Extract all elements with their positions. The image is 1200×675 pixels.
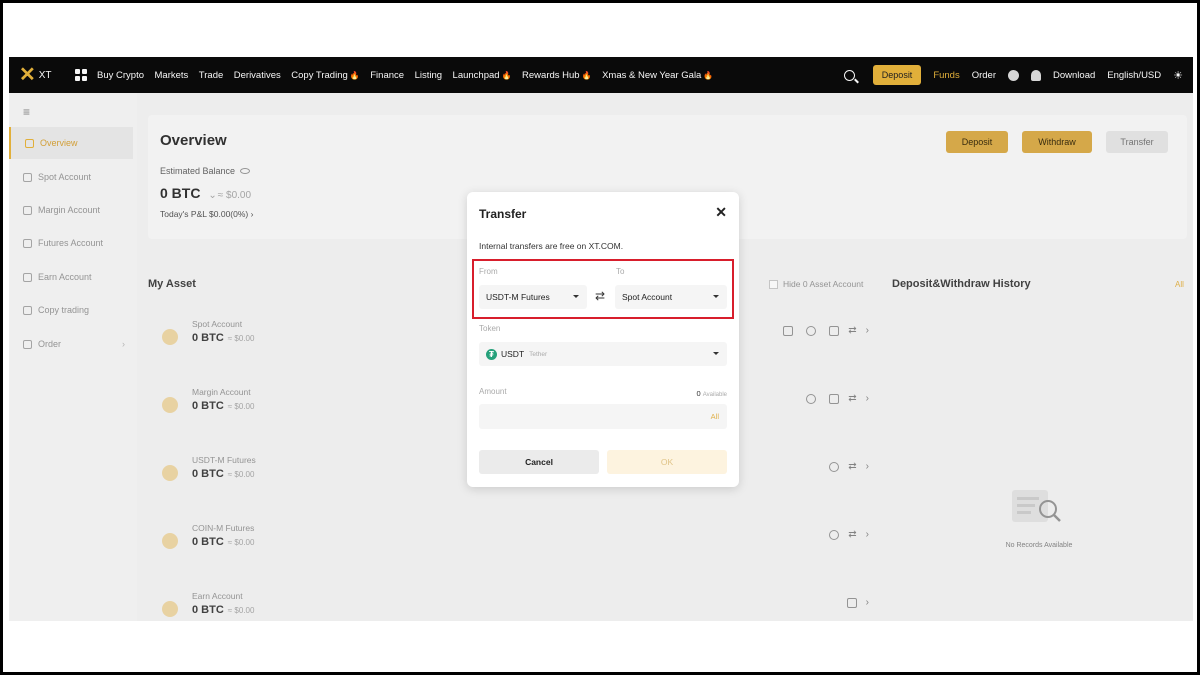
token-symbol: USDT xyxy=(501,349,525,359)
amount-input[interactable]: All xyxy=(479,404,727,429)
caret-down-icon xyxy=(573,295,579,298)
cancel-button[interactable]: Cancel xyxy=(479,450,599,474)
token-name: Tether xyxy=(529,350,548,358)
usdt-icon: ₮ xyxy=(486,348,497,360)
to-label: To xyxy=(616,267,625,276)
amount-label: Amount xyxy=(479,387,507,396)
available-amount: 0 xyxy=(696,389,701,398)
swap-icon[interactable]: ⇄ xyxy=(595,289,605,303)
transfer-note: Internal transfers are free on XT.COM. xyxy=(479,241,624,251)
available-balance: 0 Available xyxy=(696,389,727,398)
available-label: Available xyxy=(702,392,727,398)
ok-button[interactable]: OK xyxy=(607,450,727,474)
caret-down-icon xyxy=(713,352,719,355)
transfer-modal: Transfer ✕ Internal transfers are free o… xyxy=(467,192,739,487)
amount-all-button[interactable]: All xyxy=(711,412,719,421)
token-select[interactable]: ₮ USDT Tether xyxy=(479,342,727,366)
to-select[interactable]: Spot Account xyxy=(615,285,727,309)
token-label: Token xyxy=(479,324,501,333)
close-icon[interactable]: ✕ xyxy=(715,204,727,221)
from-select[interactable]: USDT-M Futures xyxy=(479,285,587,309)
modal-title: Transfer xyxy=(479,207,527,221)
caret-down-icon xyxy=(713,295,719,298)
from-value: USDT-M Futures xyxy=(486,292,550,302)
to-value: Spot Account xyxy=(622,292,673,302)
screenshot-frame: ✕ XT Buy Crypto Markets Trade Derivatives Co… xyxy=(3,3,1197,672)
from-label: From xyxy=(479,267,498,276)
